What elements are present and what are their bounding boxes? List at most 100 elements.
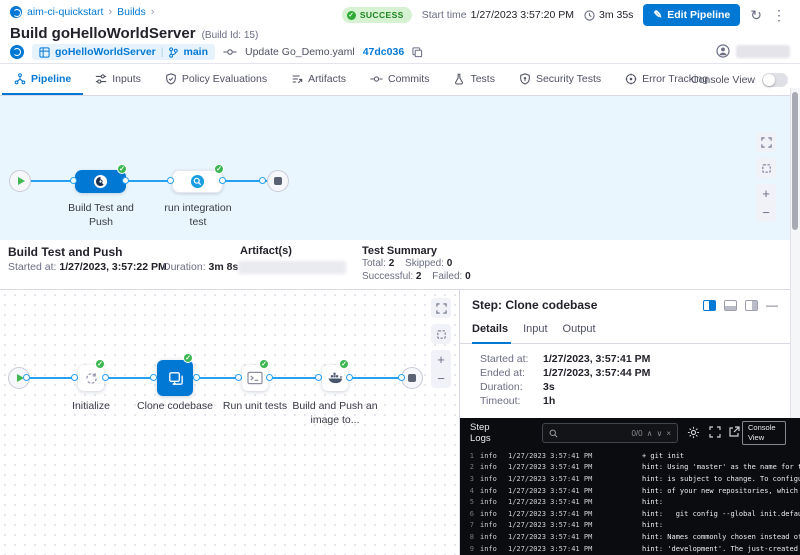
log-settings-gear-icon[interactable] [687,426,700,439]
start-time-label: Start time [422,9,467,21]
docker-whale-icon [327,371,344,385]
breadcrumb-project[interactable]: aim-ci-quickstart [27,6,103,18]
integration-test-icon [190,174,205,189]
tab-inputs[interactable]: Inputs [83,64,153,95]
console-title: Step Logs [470,422,510,445]
tab-pipeline[interactable]: Pipeline [2,64,83,95]
log-line[interactable]: 7 info 1/27/2023 3:57:41 PM hint: [460,520,800,532]
console-view-button[interactable]: Console View [742,421,786,445]
clone-codebase-icon [166,369,185,388]
log-timestamp: 1/27/2023 3:57:41 PM [508,533,634,541]
breadcrumb: aim-ci-quickstart › Builds › [10,6,154,18]
log-line[interactable]: 3 info 1/27/2023 3:57:41 PM hint: is sub… [460,473,800,485]
error-tracking-icon [625,73,637,85]
console-view-toggle[interactable] [762,73,788,87]
stage-canvas-controls: + − [756,132,776,222]
log-external-link-icon[interactable] [728,426,740,438]
log-timestamp: 1/27/2023 3:57:41 PM [508,463,634,471]
console-view-label: Console View [691,74,755,86]
stage-label-run-integration-test[interactable]: run integration test [157,202,239,229]
breadcrumb-separator: › [108,6,112,18]
copy-icon[interactable] [412,47,423,58]
connector-dot [235,374,242,381]
log-line-number: 8 [460,533,474,541]
start-time-value: 1/27/2023 3:57:20 PM [471,9,574,21]
fit-view-icon[interactable] [431,324,451,344]
log-line[interactable]: 4 info 1/27/2023 3:57:41 PM hint: of you… [460,485,800,497]
log-message: hint: Names commonly chosen instead of [642,533,800,541]
tab-tests[interactable]: Tests [441,64,507,95]
stage2-success-icon: ✓ [214,164,224,174]
branch-name: main [183,46,208,58]
tab-policy-evaluations[interactable]: Policy Evaluations [153,64,279,95]
log-lines: 1 info 1/27/2023 3:57:41 PM + git init 2… [460,450,800,554]
log-search-box[interactable]: 0/0 ∧ ∨ × [542,423,678,443]
stage-node-build-test-push[interactable] [75,170,126,193]
zoom-in-icon[interactable]: + [431,350,451,369]
log-level: info [480,510,502,518]
page-scrollbar-thumb[interactable] [792,92,798,230]
tab-security-tests[interactable]: Security Tests [507,64,613,95]
stage-label-build-test-push[interactable]: Build Test and Push [60,202,142,229]
log-message: + git init [642,452,800,460]
tab-artifacts[interactable]: Artifacts [279,64,358,95]
fullscreen-icon[interactable] [756,132,776,152]
log-message: hint: 'development'. The just-created b [642,545,800,553]
stop-icon [408,374,416,382]
layout-bottom-split-icon[interactable] [724,300,737,311]
project-avatar-icon [10,6,22,18]
edit-pipeline-button[interactable]: ✎ Edit Pipeline [643,4,740,26]
search-close-icon[interactable]: × [666,429,671,438]
step-label-build-and-push[interactable]: Build and Push an image to... [290,400,380,427]
tab-label: Tests [470,73,495,85]
log-line[interactable]: 2 info 1/27/2023 3:57:41 PM hint: Using … [460,462,800,474]
layout-right-split-icon[interactable] [703,300,716,311]
duration-value: 3m 8s [209,261,239,273]
field-label: Ended at: [480,367,543,379]
log-line[interactable]: 5 info 1/27/2023 3:57:41 PM hint: [460,496,800,508]
step-node-clone-codebase[interactable] [157,360,193,396]
zoom-out-icon[interactable]: − [431,369,451,388]
fullscreen-icon[interactable] [431,298,451,318]
search-next-icon[interactable]: ∨ [656,429,662,438]
step-label-initialize[interactable]: Initialize [46,400,136,414]
user-icon[interactable] [716,44,730,58]
build-push-success-icon: ✓ [339,359,349,369]
console-title-line2: Logs [470,433,510,444]
tab-output[interactable]: Output [563,318,607,343]
log-line[interactable]: 6 info 1/27/2023 3:57:41 PM hint: git co… [460,508,800,520]
stage-graph-canvas[interactable]: ✓ ✓ Build Test and Push run integration … [0,96,800,240]
step-graph-canvas[interactable]: ✓ ✓ ✓ ✓ Initialize Clone codebase Run un… [0,290,460,555]
policy-shield-icon [165,73,177,85]
zoom-controls: + − [431,350,451,388]
log-fullscreen-icon[interactable] [709,426,721,438]
breadcrumb-builds[interactable]: Builds [117,6,146,18]
commit-sha-link[interactable]: 47dc036 [363,46,404,58]
fit-view-icon[interactable] [756,158,776,178]
log-level: info [480,487,502,495]
security-shield-icon [519,73,531,85]
tab-details[interactable]: Details [472,318,519,343]
log-line[interactable]: 1 info 1/27/2023 3:57:41 PM + git init [460,450,800,462]
more-menu-icon[interactable]: ⋮ [772,8,786,22]
log-line[interactable]: 8 info 1/27/2023 3:57:41 PM hint: Names … [460,531,800,543]
log-line[interactable]: 9 info 1/27/2023 3:57:41 PM hint: 'devel… [460,543,800,555]
step-canvas-controls: + − [431,298,451,388]
refresh-icon[interactable]: ↻ [750,8,762,22]
zoom-out-icon[interactable]: − [756,203,776,222]
tab-input[interactable]: Input [523,318,558,343]
layout-right-collapsed-icon[interactable] [745,300,758,311]
step-label-run-unit-tests[interactable]: Run unit tests [210,400,300,414]
search-prev-icon[interactable]: ∧ [647,429,653,438]
build-page: aim-ci-quickstart › Builds › ✓ SUCCESS S… [0,0,800,555]
field-value: 1h [543,395,555,407]
minimize-panel-icon[interactable]: — [766,299,778,311]
repo-branch-pill[interactable]: goHelloWorldServer | main [32,44,215,60]
step-logs-console: Step Logs 0/0 ∧ ∨ × Console View 1 info … [460,418,800,555]
tab-commits[interactable]: Commits [358,64,441,95]
step-label-clone-codebase[interactable]: Clone codebase [130,400,220,414]
stage-node-run-integration-test[interactable] [172,170,223,193]
zoom-in-icon[interactable]: + [756,184,776,203]
play-icon [18,177,25,185]
commits-icon [370,74,383,84]
